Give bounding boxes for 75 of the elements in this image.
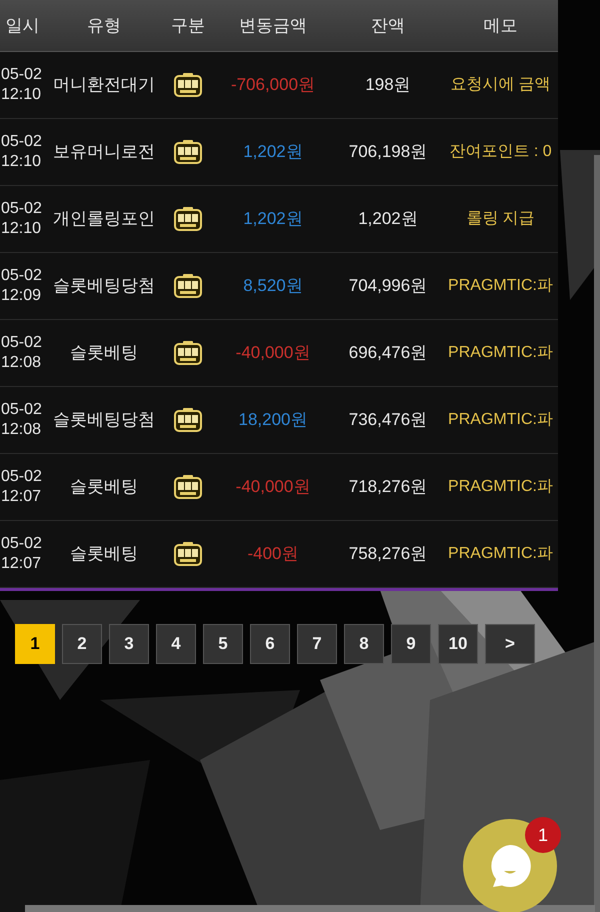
column-header: 유형: [87, 14, 121, 37]
column-header: 메모: [484, 14, 518, 37]
memo-text: 롤링 지급: [466, 209, 535, 229]
page-button[interactable]: 7: [297, 624, 337, 664]
memo-text: PRAGMTIC:파: [448, 410, 553, 430]
balance-text: 198원: [365, 74, 411, 96]
type-text: 개인롤링포인: [53, 208, 155, 230]
balance-text: 758,276원: [348, 543, 428, 566]
memo-text: PRAGMTIC:파: [448, 343, 553, 363]
slot-machine-icon: [174, 274, 202, 298]
memo-text: PRAGMTIC:파: [448, 477, 553, 497]
date-text: 05-02: [1, 199, 42, 219]
page-button[interactable]: 9: [391, 624, 431, 664]
amount-text: 18,200원: [238, 409, 308, 432]
type-text: 슬롯베팅당첨: [53, 275, 155, 298]
page-button[interactable]: 10: [438, 624, 478, 664]
date-text: 05-02: [1, 467, 42, 487]
memo-text: PRAGMTIC:파: [448, 544, 553, 564]
date-text: 12:08: [1, 353, 42, 373]
page-button[interactable]: 4: [156, 624, 196, 664]
date-text: 12:10: [1, 85, 42, 105]
amount-text: -706,000원: [230, 74, 316, 96]
balance-text: 736,476원: [348, 409, 428, 432]
type-text: 슬롯베팅당첨: [53, 409, 155, 432]
date-text: 12:10: [1, 219, 42, 239]
amount-text: 8,520원: [243, 275, 303, 298]
amount-text: -40,000원: [236, 476, 310, 498]
type-text: 슬롯베팅: [70, 342, 138, 364]
memo-text: 잔여포인트 : 0: [449, 142, 552, 162]
scrollbar[interactable]: [594, 155, 600, 912]
balance-text: 706,198원: [348, 141, 428, 164]
slot-machine-icon: [174, 408, 202, 432]
balance-text: 1,202원: [358, 208, 418, 230]
date-text: 12:07: [1, 487, 42, 507]
page-button[interactable]: 1: [15, 624, 55, 664]
date-text: 05-02: [1, 534, 42, 554]
column-header: 변동금액: [239, 14, 307, 37]
slot-machine-icon: [174, 207, 202, 231]
type-text: 보유머니로전: [53, 141, 155, 164]
page-button[interactable]: 6: [250, 624, 290, 664]
date-text: 05-02: [1, 266, 42, 286]
type-text: 머니환전대기: [53, 74, 155, 96]
slot-machine-icon: [174, 140, 202, 164]
column-header: 잔액: [371, 14, 405, 37]
amount-text: 1,202원: [243, 208, 303, 230]
date-text: 05-02: [1, 65, 42, 85]
date-text: 05-02: [1, 333, 42, 353]
date-text: 12:09: [1, 286, 42, 306]
amount-text: -40,000원: [236, 342, 310, 364]
date-text: 12:08: [1, 420, 42, 440]
column-header: 일시: [6, 14, 40, 37]
column-header: 구분: [171, 14, 205, 37]
page-button[interactable]: 2: [62, 624, 102, 664]
date-text: 12:10: [1, 152, 42, 172]
memo-text: PRAGMTIC:파: [448, 276, 553, 296]
slot-machine-icon: [174, 542, 202, 566]
next-page-button[interactable]: >: [485, 624, 535, 664]
type-text: 슬롯베팅: [70, 476, 138, 498]
slot-machine-icon: [174, 73, 202, 97]
date-text: 05-02: [1, 132, 42, 152]
date-text: 05-02: [1, 400, 42, 420]
balance-text: 718,276원: [348, 476, 428, 498]
date-text: 12:07: [1, 554, 42, 574]
page-button[interactable]: 8: [344, 624, 384, 664]
slot-machine-icon: [174, 341, 202, 365]
amount-text: -400원: [247, 543, 299, 566]
scrollbar[interactable]: [25, 905, 595, 912]
amount-text: 1,202원: [243, 141, 303, 164]
type-text: 슬롯베팅: [70, 543, 138, 566]
slot-machine-icon: [174, 475, 202, 499]
memo-text: 요청시에 금액: [450, 75, 551, 95]
page-button[interactable]: 3: [109, 624, 149, 664]
balance-text: 704,996원: [348, 275, 428, 298]
balance-text: 696,476원: [348, 342, 428, 364]
page-button[interactable]: 5: [203, 624, 243, 664]
